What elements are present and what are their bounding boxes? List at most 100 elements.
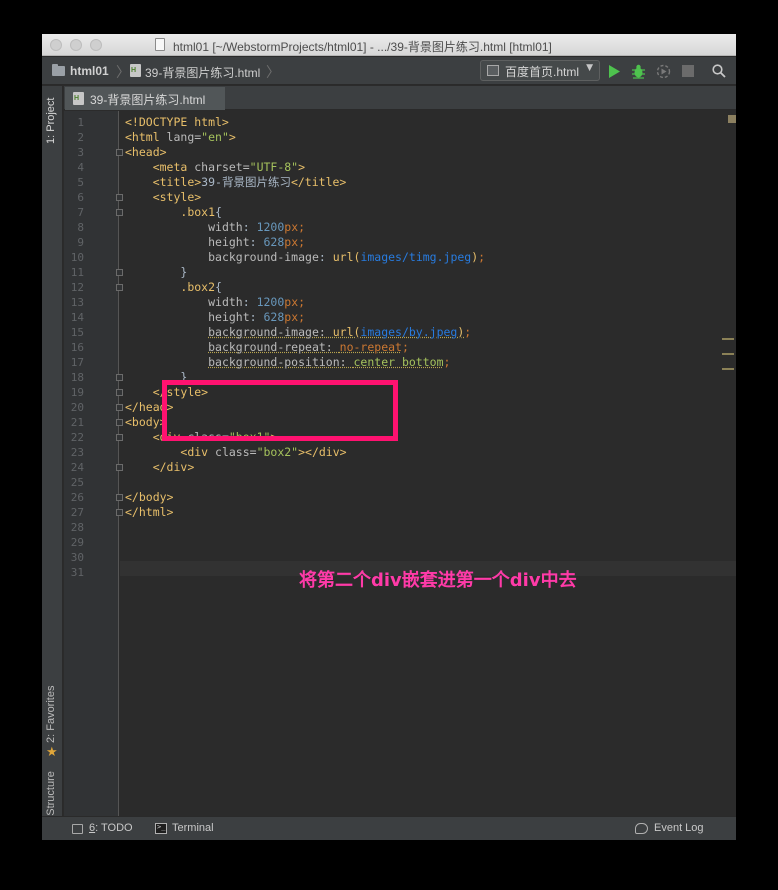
code-line[interactable]: width: 1200px;	[125, 295, 305, 310]
code-line[interactable]: </div>	[125, 460, 195, 475]
html-file-icon	[73, 92, 84, 105]
code-token: }	[125, 265, 188, 279]
run-configuration-select[interactable]: 百度首页.html ▼	[480, 60, 600, 81]
ide-window: html01 [~/WebstormProjects/html01] - ...…	[42, 34, 736, 840]
code-token: .box1	[180, 205, 216, 219]
code-line[interactable]: <head>	[125, 145, 167, 160]
warning-stripe[interactable]	[722, 368, 734, 370]
code-line[interactable]: <div class="box2"></div>	[125, 445, 346, 460]
line-number: 23	[70, 446, 84, 459]
run-configuration-label: 百度首页.html	[505, 65, 580, 79]
fold-marker[interactable]	[116, 389, 123, 396]
code-token: images/by.jpeg	[360, 325, 458, 339]
code-line[interactable]: </body>	[125, 490, 173, 505]
fold-marker[interactable]	[116, 434, 123, 441]
code-token: >	[298, 160, 306, 174]
code-token: </html>	[125, 505, 174, 519]
breadcrumb-project[interactable]: html01	[70, 64, 109, 78]
fold-marker[interactable]	[116, 209, 123, 216]
line-number: 15	[70, 326, 84, 339]
fold-marker[interactable]	[116, 404, 123, 411]
code-token: "box2"	[256, 445, 299, 459]
code-token: width	[208, 220, 243, 234]
code-line[interactable]: background-repeat: no-repeat;	[125, 340, 409, 355]
code-line[interactable]: </html>	[125, 505, 173, 520]
fold-marker[interactable]	[116, 464, 123, 471]
code-line[interactable]: .box2{	[125, 280, 222, 295]
fold-marker[interactable]	[116, 284, 123, 291]
favorites-tool-tab[interactable]: 2: Favorites	[45, 686, 57, 743]
code-token: ;	[464, 325, 472, 339]
code-token: background-image	[208, 250, 319, 264]
code-line[interactable]: background-image: url(images/by.jpeg);	[125, 325, 471, 340]
code-token: no-repeat	[339, 340, 402, 354]
stop-button[interactable]	[679, 62, 697, 80]
code-line[interactable]: background-image: url(images/timg.jpeg);	[125, 250, 485, 265]
code-line[interactable]: height: 628px;	[125, 235, 305, 250]
fold-marker[interactable]	[116, 269, 123, 276]
zoom-window-button[interactable]	[90, 39, 102, 51]
code-token: </body>	[125, 490, 174, 504]
code-line[interactable]: .box1{	[125, 205, 222, 220]
code-token: url(	[332, 325, 361, 339]
html-file-icon	[130, 64, 141, 77]
breadcrumb-file[interactable]: 39-背景图片练习.html	[145, 64, 260, 81]
stop-icon	[682, 65, 694, 77]
code-token: ;	[443, 355, 451, 369]
code-line[interactable]: height: 628px;	[125, 310, 305, 325]
code-token: {	[215, 205, 222, 219]
line-number: 19	[70, 386, 84, 399]
line-number: 7	[77, 206, 84, 219]
code-line[interactable]: <title>39-背景图片练习</title>	[125, 175, 347, 190]
search-icon	[712, 64, 726, 78]
code-token: :	[242, 220, 257, 234]
line-number: 2	[77, 131, 84, 144]
editor-tab-label: 39-背景图片练习.html	[90, 93, 206, 107]
minimize-window-button[interactable]	[70, 39, 82, 51]
fold-marker[interactable]	[116, 194, 123, 201]
code-line[interactable]: <html lang="en">	[125, 130, 236, 145]
event-log-button[interactable]: Event Log	[654, 822, 704, 834]
todo-tool-button[interactable]: 6: TODO	[89, 822, 133, 834]
code-token: url(	[332, 250, 361, 264]
code-line[interactable]: <!DOCTYPE html>	[125, 115, 229, 130]
code-token: background-image:	[208, 325, 333, 339]
code-line[interactable]: background-position: center bottom;	[125, 355, 450, 370]
warning-stripe[interactable]	[722, 338, 734, 340]
line-number: 29	[70, 536, 84, 549]
fold-marker[interactable]	[116, 374, 123, 381]
line-number: 21	[70, 416, 84, 429]
warning-stripe[interactable]	[722, 353, 734, 355]
inspection-status-icon	[728, 115, 736, 123]
search-everywhere-button[interactable]	[710, 62, 728, 80]
line-number: 14	[70, 311, 84, 324]
fold-marker[interactable]	[116, 494, 123, 501]
line-number: 28	[70, 521, 84, 534]
run-button[interactable]	[605, 62, 623, 80]
code-line[interactable]: <body>	[125, 415, 167, 430]
editor-tab-bar: 39-背景图片练习.html	[64, 86, 736, 110]
coverage-icon	[656, 64, 670, 78]
code-editor[interactable]: 1 2 3 4 5 6 7 8 9 10 11 12 13 14 15 16 17 18 19 20 21 22 23 24 2…	[64, 111, 736, 816]
terminal-tool-button[interactable]: Terminal	[172, 822, 214, 834]
code-token: charset=	[194, 160, 250, 174]
fold-marker[interactable]	[116, 509, 123, 516]
line-number: 1	[77, 116, 84, 129]
code-line[interactable]: <meta charset="UTF-8">	[125, 160, 305, 175]
debug-button[interactable]	[629, 62, 647, 80]
code-token: px	[284, 295, 299, 309]
fold-marker[interactable]	[116, 419, 123, 426]
coverage-button[interactable]	[654, 62, 672, 80]
line-number: 26	[70, 491, 84, 504]
fold-marker[interactable]	[116, 149, 123, 156]
code-line[interactable]: }	[125, 265, 187, 280]
close-window-button[interactable]	[50, 39, 62, 51]
code-line[interactable]: width: 1200px;	[125, 220, 305, 235]
code-token: :	[249, 310, 264, 324]
editor-tab-active[interactable]: 39-背景图片练习.html	[65, 87, 225, 110]
code-line[interactable]: <style>	[125, 190, 201, 205]
